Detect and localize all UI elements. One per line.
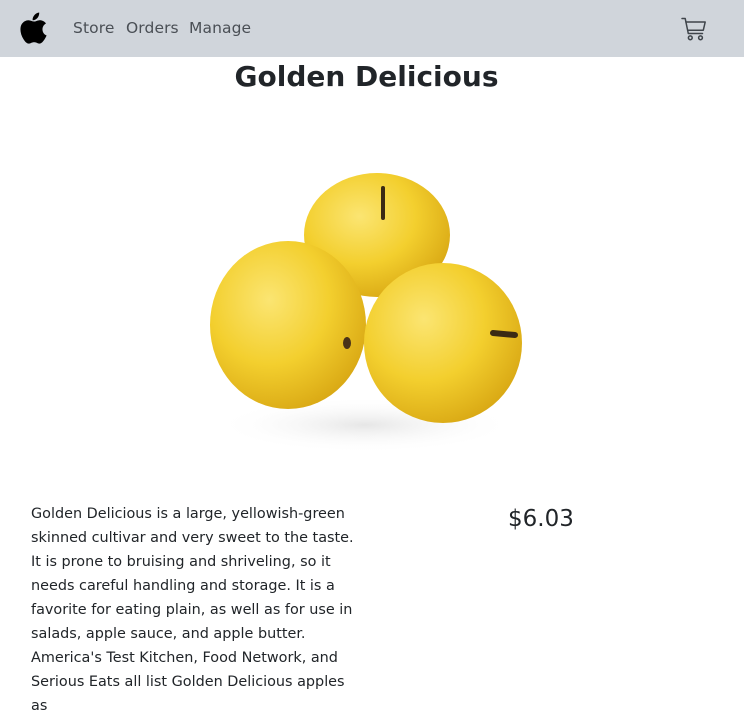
product-price: $6.03 [508,506,574,532]
golden-apples-image [190,160,540,460]
apple-logo-icon[interactable] [20,12,48,44]
nav-link-orders[interactable]: Orders [126,18,179,38]
product-title: Golden Delicious [234,60,499,93]
top-navbar: Store Orders Manage [0,0,744,57]
nav-link-store[interactable]: Store [73,18,114,38]
product-description: Golden Delicious is a large, yellowish-g… [31,506,354,714]
nav-link-manage[interactable]: Manage [189,18,251,38]
cart-icon[interactable] [681,16,707,42]
